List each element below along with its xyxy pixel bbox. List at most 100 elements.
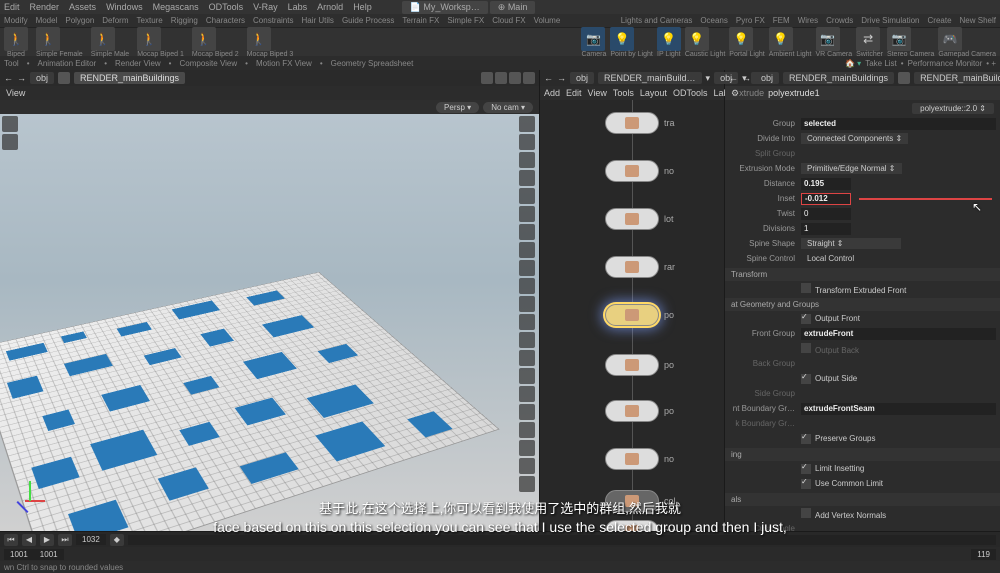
node-2[interactable]: lot [605, 208, 659, 230]
divide-dropdown[interactable]: Connected Components ⇕ [801, 133, 908, 144]
caustic-light-icon[interactable]: 💡Caustic Light [685, 27, 725, 58]
start-frame[interactable]: 1001 [4, 549, 34, 560]
menu-arnold[interactable]: Arnold [317, 2, 343, 12]
vtool-12[interactable] [519, 314, 535, 330]
menu-help[interactable]: Help [353, 2, 372, 12]
shelf-fem[interactable]: FEM [773, 16, 790, 25]
shelf-rigging[interactable]: Rigging [171, 16, 198, 25]
ip-light-icon[interactable]: 💡IP Light [657, 27, 681, 58]
vtool-13[interactable] [519, 332, 535, 348]
gamepad-camera-icon[interactable]: 🎮Gamepad Camera [938, 27, 996, 58]
shelf-terrain[interactable]: Terrain FX [402, 16, 439, 25]
menu-vray[interactable]: V-Ray [253, 2, 278, 12]
vtool-20[interactable] [519, 458, 535, 474]
divisions-input[interactable] [801, 223, 851, 235]
ing-section[interactable]: ing [725, 448, 1000, 461]
shelf-lights[interactable]: Lights and Cameras [621, 16, 693, 25]
vtool-14[interactable] [519, 350, 535, 366]
vtool-15[interactable] [519, 368, 535, 384]
motionfx-view-menu[interactable]: Motion FX View [256, 59, 312, 68]
shelf-hair[interactable]: Hair Utils [301, 16, 333, 25]
tool-menu[interactable]: Tool [4, 59, 19, 68]
main-tab[interactable]: ⊕ Main [490, 1, 536, 14]
shelf-modify[interactable]: Modify [4, 16, 28, 25]
menu-odtools[interactable]: ODTools [209, 2, 244, 12]
vtool-move[interactable] [2, 134, 18, 150]
timeline-track[interactable] [128, 535, 996, 545]
shelf-constraints[interactable]: Constraints [253, 16, 293, 25]
vtool-19[interactable] [519, 440, 535, 456]
output-back-check[interactable] [801, 343, 811, 353]
crumb-obj[interactable]: obj [30, 72, 54, 84]
node-odtools[interactable]: ODTools [673, 88, 708, 98]
node-tools[interactable]: Tools [613, 88, 634, 98]
mocap3-tool[interactable]: 🚶Mocap Biped 3 [247, 27, 294, 58]
extrusion-dropdown[interactable]: Primitive/Edge Normal ⇕ [801, 163, 902, 174]
vtool-10[interactable] [519, 278, 535, 294]
node-graph[interactable]: tranolotrarpopoponocolma [540, 100, 724, 531]
vtool-11[interactable] [519, 296, 535, 312]
node-edit[interactable]: Edit [566, 88, 582, 98]
shelf-guide[interactable]: Guide Process [342, 16, 394, 25]
menu-render[interactable]: Render [30, 2, 60, 12]
back-icon[interactable]: ← [4, 73, 13, 83]
tl-prev-icon[interactable]: ◀ [22, 534, 36, 546]
shelf-newshelf[interactable]: New Shelf [960, 16, 996, 25]
mocap1-tool[interactable]: 🚶Mocap Biped 1 [137, 27, 184, 58]
crumb-render[interactable]: RENDER_mainBuildings [74, 72, 185, 84]
node-name[interactable]: polyextrude1 [768, 88, 820, 98]
shelf-wires[interactable]: Wires [798, 16, 818, 25]
vtool-6[interactable] [519, 206, 535, 222]
param-crumb-render2[interactable]: RENDER_mainBuildings [914, 72, 1000, 84]
shelf-polygon[interactable]: Polygon [65, 16, 94, 25]
shelf-simplefx[interactable]: Simple FX [447, 16, 484, 25]
opt3-icon[interactable] [523, 72, 535, 84]
net-crumb-render[interactable]: RENDER_mainBuild… [598, 72, 702, 84]
shelf-create[interactable]: Create [928, 16, 952, 25]
shelf-model[interactable]: Model [36, 16, 58, 25]
twist-input[interactable] [801, 208, 851, 220]
anim-editor-menu[interactable]: Animation Editor [38, 59, 97, 68]
end-frame[interactable]: 1001 [34, 549, 64, 560]
vtool-17[interactable] [519, 404, 535, 420]
current-frame[interactable]: 1032 [76, 534, 106, 545]
output-front-check[interactable] [801, 314, 811, 324]
node-0[interactable]: tra [605, 112, 659, 134]
vtool-2[interactable] [519, 134, 535, 150]
param-crumb-obj[interactable]: obj [755, 72, 779, 84]
node-3[interactable]: rar [605, 256, 659, 278]
vtool-4[interactable] [519, 170, 535, 186]
shelf-characters[interactable]: Characters [206, 16, 245, 25]
workspace-tab[interactable]: 📄 My_Worksp… [402, 1, 488, 14]
menu-megascans[interactable]: Megascans [153, 2, 199, 12]
gear-icon[interactable]: ⚙ [731, 88, 739, 99]
composite-view-menu[interactable]: Composite View [179, 59, 237, 68]
menu-edit[interactable]: Edit [4, 2, 20, 12]
net-crumb-obj[interactable]: obj [570, 72, 594, 84]
menu-windows[interactable]: Windows [106, 2, 143, 12]
mocap2-tool[interactable]: 🚶Mocap Biped 2 [192, 27, 239, 58]
node-5[interactable]: po [605, 354, 659, 376]
transform-section[interactable]: Transform [725, 268, 1000, 281]
shelf-cloudfx[interactable]: Cloud FX [492, 16, 525, 25]
limit-insetting-check[interactable] [801, 464, 811, 474]
tl-play-icon[interactable]: ▶ [40, 534, 54, 546]
stereo-camera-icon[interactable]: 📷Stereo Camera [887, 27, 934, 58]
point-light-icon[interactable]: 💡Point by Light [610, 27, 652, 58]
frame-count[interactable]: 119 [971, 549, 996, 560]
shelf-pyrofx[interactable]: Pyro FX [736, 16, 765, 25]
perf-monitor-menu[interactable]: Performance Monitor [908, 59, 983, 68]
front-group-input[interactable] [801, 328, 996, 340]
distance-input[interactable] [801, 178, 851, 190]
shelf-texture[interactable]: Texture [137, 16, 163, 25]
use-common-check[interactable] [801, 479, 811, 489]
shelf-drivesim[interactable]: Drive Simulation [861, 16, 919, 25]
tl-first-icon[interactable]: ⏮ [4, 534, 18, 546]
node-6[interactable]: po [605, 400, 659, 422]
node-1[interactable]: no [605, 160, 659, 182]
menu-labs[interactable]: Labs [288, 2, 308, 12]
cam-dropdown[interactable]: No cam ▾ [483, 102, 533, 113]
portal-light-icon[interactable]: 💡Portal Light [729, 27, 764, 58]
vtool-16[interactable] [519, 386, 535, 402]
param-crumb-render[interactable]: RENDER_mainBuildings [783, 72, 894, 84]
